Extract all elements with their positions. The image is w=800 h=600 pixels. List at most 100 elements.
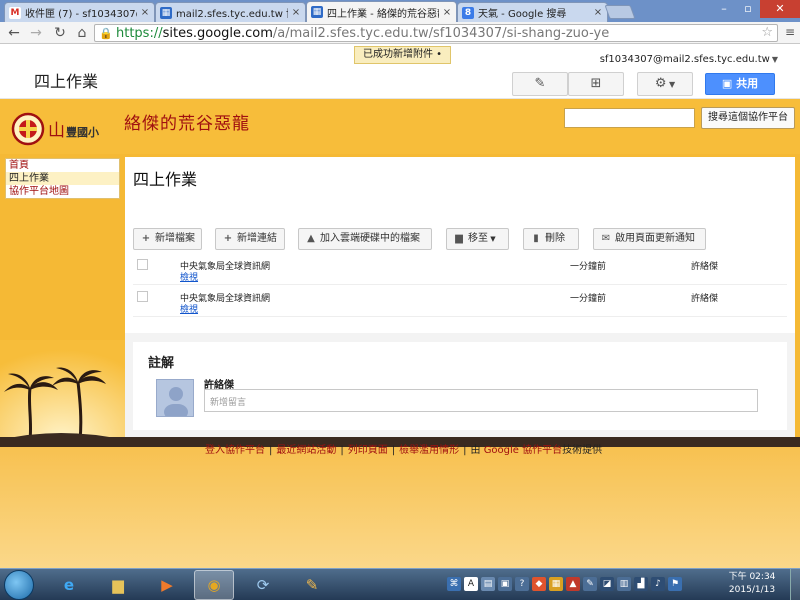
comments-panel: 註解 許絡傑 新增留言 <box>133 342 787 430</box>
minimize-icon[interactable]: – <box>712 0 736 18</box>
tray-app-icon[interactable]: ✎ <box>583 577 597 591</box>
person-icon <box>164 387 188 416</box>
help-icon[interactable]: ? <box>515 577 529 591</box>
file-user: 許絡傑 <box>691 294 719 304</box>
tab-google-search[interactable]: 8 天氣 - Google 搜尋 × <box>457 2 608 22</box>
close-icon[interactable]: × <box>442 7 452 18</box>
settings-button[interactable]: ⚙ ▼ <box>637 72 693 96</box>
add-file-button[interactable]: + 新增檔案 <box>133 228 202 250</box>
chrome-icon[interactable]: ◉ <box>194 570 234 600</box>
background-sky <box>0 447 800 568</box>
window-close-icon[interactable]: ✕ <box>760 0 800 18</box>
close-icon[interactable]: × <box>593 7 603 18</box>
address-bar[interactable]: 🔒 https://sites.google.com/a/mail2.sfes.… <box>94 24 778 42</box>
media-player-icon[interactable]: ▶ <box>147 570 187 600</box>
pencil-icon: ✎ <box>534 76 546 91</box>
site-footer: 登入協作平台 | 最近網站活動 | 列印頁面 | 檢舉濫用情形 | 由 Google 協作平台技… <box>205 445 603 456</box>
button-label: 刪除 <box>545 233 565 244</box>
view-link[interactable]: 檢視 <box>180 270 198 283</box>
close-icon[interactable]: × <box>140 7 150 18</box>
tray-app-icon[interactable]: ▤ <box>481 577 495 591</box>
maximize-icon[interactable]: ▫ <box>736 0 760 18</box>
internet-explorer-icon[interactable]: e <box>49 570 89 600</box>
paint-icon[interactable]: ✎ <box>292 570 332 600</box>
close-icon[interactable]: × <box>291 7 301 18</box>
show-desktop-button[interactable] <box>790 569 800 600</box>
reload-icon[interactable]: ↻ <box>52 25 68 41</box>
new-tab-button[interactable] <box>604 5 636 19</box>
chrome-menu-icon[interactable]: ≡ <box>784 25 796 39</box>
drive-icon: ▲ <box>307 233 315 244</box>
tray-app-icon[interactable]: ▥ <box>617 577 631 591</box>
site-title[interactable]: 絡傑的荒谷惡龍 <box>124 109 250 134</box>
enable-notifications-button[interactable]: ✉ 啟用頁面更新通知 <box>593 228 706 250</box>
tab-title: 天氣 - Google 搜尋 <box>478 9 567 20</box>
taskbar-clock[interactable]: 下午 02:34 2015/1/13 <box>726 571 778 597</box>
button-label: 加入雲端硬碟中的檔案 <box>320 233 420 244</box>
footer-link-print[interactable]: 列印頁面 <box>348 445 388 456</box>
row-checkbox[interactable] <box>137 259 148 270</box>
button-label: 移至 <box>468 233 488 244</box>
row-checkbox[interactable] <box>137 291 148 302</box>
main-content: 四上作業 + 新增檔案 + 新增連結 ▲ 加入雲端硬碟中的檔案 ▆ 移至 ▼ ▮ 刪除 ✉… <box>125 157 795 333</box>
account-menu[interactable]: sf1034307@mail2.sfes.tyc.edu.tw ▼ <box>600 54 778 65</box>
move-to-button[interactable]: ▆ 移至 ▼ <box>446 228 509 250</box>
school-logo[interactable]: 山 豐國小 <box>10 111 115 147</box>
action-center-icon[interactable]: ⚑ <box>668 577 682 591</box>
tab-current-page[interactable]: ▦ 四上作業 - 絡傑的荒谷惡龍 × <box>306 1 457 22</box>
tray-app-icon[interactable]: ▣ <box>498 577 512 591</box>
trash-icon: ▮ <box>533 233 539 244</box>
button-label: 新增檔案 <box>155 233 195 244</box>
browser-tab-strip: M 收件匣 (7) - sf1034307@ × ▦ mail2.sfes.ty… <box>0 0 800 22</box>
input-method-icon[interactable]: A <box>464 577 478 591</box>
new-page-button[interactable]: ⊞ <box>568 72 624 96</box>
delete-button[interactable]: ▮ 刪除 <box>523 228 579 250</box>
file-explorer-icon[interactable]: ▆ <box>98 570 138 600</box>
share-button[interactable]: ▣ 共用 <box>705 73 775 95</box>
edit-page-button[interactable]: ✎ <box>512 72 568 96</box>
sidebar-item-home[interactable]: 首頁 <box>6 159 119 172</box>
site-search-input[interactable] <box>564 108 695 128</box>
forward-arrow-icon[interactable]: → <box>28 25 44 41</box>
network-app-icon[interactable]: ⟳ <box>243 570 283 600</box>
url-path: /a/mail2.sfes.tyc.edu.tw/sf1034307/si-sh… <box>272 25 610 41</box>
tray-app-icon[interactable]: ◆ <box>532 577 546 591</box>
comment-input[interactable]: 新增留言 <box>204 389 758 412</box>
footer-link-report-abuse[interactable]: 檢舉濫用情形 <box>399 445 459 456</box>
chevron-down-icon: ▼ <box>666 80 676 89</box>
network-icon[interactable]: ▟ <box>634 577 648 591</box>
file-user: 許絡傑 <box>691 262 719 272</box>
sidebar-item-current[interactable]: 四上作業 <box>6 172 119 185</box>
share-icon: ▣ <box>721 77 737 90</box>
view-link[interactable]: 檢視 <box>180 302 198 315</box>
start-button[interactable] <box>4 570 34 600</box>
bookmark-star-icon[interactable]: ☆ <box>761 25 773 40</box>
add-link-button[interactable]: + 新增連結 <box>215 228 285 250</box>
gear-icon: ⚙ <box>654 76 667 91</box>
footer-link-google-sites[interactable]: Google 協作平台 <box>484 445 562 456</box>
tray-app-icon[interactable]: ◪ <box>600 577 614 591</box>
google-icon: 8 <box>462 6 474 19</box>
home-icon[interactable]: ⌂ <box>74 25 90 41</box>
volume-icon[interactable]: ♪ <box>651 577 665 591</box>
attachment-added-notice: 已成功新增附件 • <box>354 46 452 64</box>
site-search-button[interactable]: 搜尋這個協作平台 <box>701 107 795 129</box>
pdf-icon[interactable]: ▲ <box>566 577 580 591</box>
tab-sites-admin[interactable]: ▦ mail2.sfes.tyc.edu.tw 協作 × <box>155 2 306 22</box>
gmail-icon: M <box>9 6 21 19</box>
sites-icon: ▦ <box>311 6 323 18</box>
footer-powered-suffix: 技術提供 <box>562 445 603 456</box>
tab-gmail[interactable]: M 收件匣 (7) - sf1034307@ × <box>4 2 155 22</box>
back-arrow-icon[interactable]: ← <box>6 25 22 41</box>
clock-date: 2015/1/13 <box>728 585 776 595</box>
file-row: 中央氣象局全球資訊網 檢視 一分鐘前 許絡傑 <box>133 287 787 317</box>
tray-app-icon[interactable]: ⌘ <box>447 577 461 591</box>
url-scheme: https:// <box>116 25 163 41</box>
footer-link-recent-activity[interactable]: 最近網站活動 <box>276 445 336 456</box>
lock-icon: 🔒 <box>99 26 113 40</box>
tray-app-icon[interactable]: ▦ <box>549 577 563 591</box>
footer-link-signin[interactable]: 登入協作平台 <box>205 445 265 456</box>
new-page-icon: ⊞ <box>590 76 602 91</box>
sidebar-item-sitemap[interactable]: 協作平台地圖 <box>6 185 119 198</box>
add-drive-file-button[interactable]: ▲ 加入雲端硬碟中的檔案 <box>298 228 432 250</box>
